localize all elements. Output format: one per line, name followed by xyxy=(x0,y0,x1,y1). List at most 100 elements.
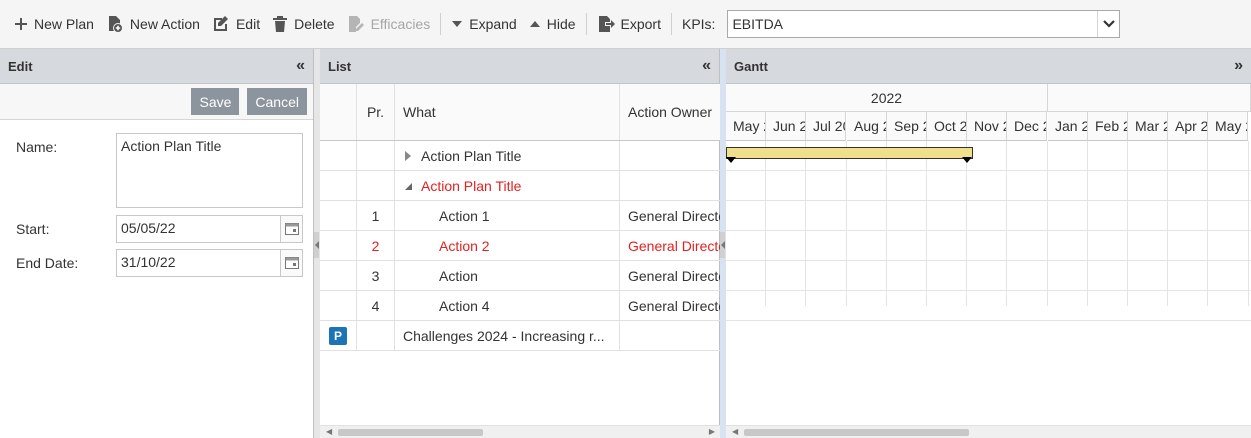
row-what: Action 1 xyxy=(395,201,620,230)
scroll-left-arrow-icon[interactable]: ◀ xyxy=(732,427,738,436)
gantt-month-cell: Aug 2022 xyxy=(847,112,887,141)
gantt-grid-line xyxy=(1207,141,1208,306)
row-priority: 2 xyxy=(357,231,395,260)
list-scrollbar-thumb[interactable] xyxy=(338,429,483,436)
list-column-header: Pr. What Action Owner xyxy=(320,84,720,141)
end-date-label: End Date: xyxy=(16,255,79,271)
column-header-what[interactable]: What xyxy=(395,84,620,140)
edit-panel: Edit « Save Cancel Name: Action Plan Tit… xyxy=(0,49,314,438)
collapse-row-icon[interactable] xyxy=(403,181,413,191)
start-date-value: 05/05/22 xyxy=(121,220,176,236)
row-what: Challenges 2024 - Increasing r... xyxy=(395,321,620,350)
splitter-handle[interactable] xyxy=(314,232,319,258)
delete-label: Delete xyxy=(294,16,335,32)
new-plan-button[interactable]: New Plan xyxy=(8,9,100,39)
row-action-owner: General Director xyxy=(628,267,720,284)
row-icon-cell xyxy=(320,141,357,170)
gantt-row-line xyxy=(726,260,1251,261)
caret-up-icon xyxy=(529,21,540,27)
table-row[interactable]: Action Plan Title xyxy=(320,141,720,171)
gantt-grid-line xyxy=(1047,141,1048,306)
calendar-icon[interactable] xyxy=(280,250,302,276)
gantt-month-cell: Feb 2023 xyxy=(1088,112,1128,141)
row-what: Action xyxy=(395,261,620,290)
column-icon-header xyxy=(320,84,357,140)
calendar-icon[interactable] xyxy=(280,216,302,242)
list-panel-header: List « xyxy=(320,49,719,84)
cancel-button[interactable]: Cancel xyxy=(247,88,307,115)
row-what-label: Action Plan Title xyxy=(421,147,522,164)
toolbar: New Plan New Action Edit Delete Efficaci… xyxy=(0,0,1251,49)
end-date-field[interactable]: 31/10/22 xyxy=(116,249,303,277)
table-row[interactable]: 2 Action 2 General Director xyxy=(320,231,720,261)
collapse-left-icon[interactable]: « xyxy=(296,57,305,75)
new-document-icon xyxy=(108,16,123,33)
new-action-button[interactable]: New Action xyxy=(100,9,206,39)
row-priority: 3 xyxy=(357,261,395,290)
gantt-scrollbar-thumb[interactable] xyxy=(744,429,969,436)
gantt-task-bar[interactable] xyxy=(726,147,973,159)
gantt-grid-line xyxy=(765,141,766,306)
gantt-grid-line xyxy=(1006,141,1007,306)
row-priority: 4 xyxy=(357,291,395,320)
row-priority xyxy=(357,321,395,350)
hide-button[interactable]: Hide xyxy=(523,9,582,39)
new-plan-label: New Plan xyxy=(34,16,94,32)
expand-button[interactable]: Expand xyxy=(445,9,522,39)
toolbar-separator xyxy=(585,13,587,35)
row-what-label: Challenges 2024 - Increasing r... xyxy=(403,327,605,344)
export-button[interactable]: Export xyxy=(591,9,667,39)
gantt-row-line xyxy=(726,290,1251,291)
gantt-month-cell: Jul 2022 xyxy=(806,112,846,141)
row-icon-cell xyxy=(320,261,357,290)
gantt-month-cell: May 2023 xyxy=(1208,112,1248,141)
save-button[interactable]: Save xyxy=(191,88,240,115)
gantt-panel-title: Gantt xyxy=(734,58,768,74)
chevron-down-icon[interactable] xyxy=(1097,11,1119,37)
gantt-row-line xyxy=(726,200,1251,201)
export-icon xyxy=(598,16,615,32)
row-action-owner xyxy=(620,171,720,200)
collapse-left-icon[interactable]: « xyxy=(702,57,711,75)
scroll-right-arrow-icon[interactable]: ▶ xyxy=(709,427,715,436)
table-row[interactable]: Action Plan Title xyxy=(320,171,720,201)
edit-button[interactable]: Edit xyxy=(206,9,266,39)
gantt-panel-header: Gantt » xyxy=(726,49,1251,84)
row-priority: 1 xyxy=(357,201,395,230)
table-row[interactable]: 1 Action 1 General Director xyxy=(320,201,720,231)
expand-row-icon[interactable] xyxy=(403,150,413,161)
splitter-handle[interactable] xyxy=(720,232,725,258)
gantt-row-line xyxy=(726,230,1251,231)
table-row[interactable]: 3 Action General Director xyxy=(320,261,720,291)
kpi-selected-value: EBITDA xyxy=(732,16,784,32)
new-action-label: New Action xyxy=(129,16,200,32)
column-header-action-owner[interactable]: Action Owner xyxy=(620,84,720,140)
name-field[interactable]: Action Plan Title xyxy=(116,133,303,208)
collapse-right-icon[interactable]: » xyxy=(1234,57,1243,75)
row-icon-cell xyxy=(320,201,357,230)
start-date-field[interactable]: 05/05/22 xyxy=(116,215,303,243)
efficacies-button[interactable]: Efficacies xyxy=(341,9,437,39)
gantt-row-line xyxy=(726,320,1251,321)
scroll-left-arrow-icon[interactable]: ◀ xyxy=(326,427,332,436)
row-icon-cell xyxy=(320,171,357,200)
gantt-grid-line xyxy=(1127,141,1128,306)
gantt-grid-line xyxy=(966,141,967,306)
delete-button[interactable]: Delete xyxy=(266,9,340,39)
row-what: Action 4 xyxy=(395,291,620,320)
gantt-horizontal-scrollbar[interactable]: ◀ xyxy=(726,425,1251,438)
row-priority xyxy=(357,171,395,200)
gantt-month-cell: Jun 2022 xyxy=(766,112,806,141)
column-header-pr[interactable]: Pr. xyxy=(357,84,395,140)
gantt-bar-start-marker xyxy=(726,157,736,163)
gantt-year-next xyxy=(1048,84,1251,112)
end-date-value: 31/10/22 xyxy=(121,254,176,270)
kpi-select[interactable]: EBITDA xyxy=(727,10,1121,38)
table-row[interactable]: P Challenges 2024 - Increasing r... xyxy=(320,321,720,351)
gantt-grid-line xyxy=(805,141,806,306)
row-priority xyxy=(357,141,395,170)
kpis-label: KPIs: xyxy=(681,16,716,32)
row-what-label: Action xyxy=(439,267,478,284)
list-horizontal-scrollbar[interactable]: ◀ ▶ xyxy=(320,425,720,438)
table-row[interactable]: 4 Action 4 General Director xyxy=(320,291,720,321)
